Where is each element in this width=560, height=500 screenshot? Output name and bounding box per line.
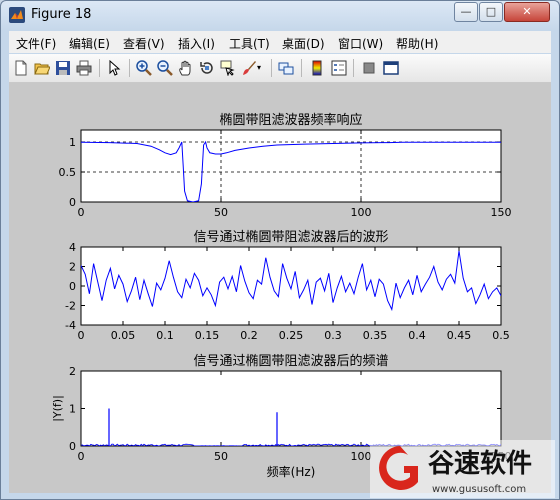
colorbar-icon[interactable]: [309, 60, 325, 76]
x-tick-label: 0.2: [240, 329, 258, 342]
toolbar-separator: [99, 59, 100, 77]
axes-1: 0 50 100 150 0 0.5 1 椭圆带阻滤波器频率响应: [59, 112, 512, 219]
plots-svg: 0 50 100 15000.51椭圆带阻滤波器频率响应0 0.05 0.1 0.15 0.2…: [51, 112, 512, 479]
title-bar[interactable]: Figure 18 — □ ✕: [1, 1, 559, 29]
x-tick-label: 0: [78, 206, 85, 219]
x-tick-label: 50: [214, 206, 228, 219]
toolbar-separator: [129, 59, 130, 77]
y-tick-label: -2: [65, 300, 76, 313]
axes-2: 0 0.05 0.1 0.15 0.2 0.25 0.3 0.35 0.4 0.45 0.5 -4 -2…: [65, 229, 510, 342]
zoom-in-icon[interactable]: [136, 60, 152, 76]
print-icon[interactable]: [76, 60, 92, 76]
axes-title: 信号通过椭圆带阻滤波器后的频谱: [193, 353, 388, 369]
menu-insert[interactable]: 插入(I): [178, 35, 215, 52]
y-tick-label: 0: [69, 280, 76, 293]
matlab-logo-icon: [9, 7, 25, 23]
show-plot-tools-icon[interactable]: [383, 60, 399, 76]
x-tick-label: 0: [78, 329, 85, 342]
x-tick-label: 0.05: [111, 329, 136, 342]
x-tick-label: 0.35: [363, 329, 388, 342]
plot-area: [80, 370, 502, 447]
x-tick-label: 0: [78, 450, 85, 463]
open-file-icon[interactable]: [34, 60, 50, 76]
x-tick-label: 0.45: [447, 329, 472, 342]
x-tick-label: 100: [351, 450, 372, 463]
menu-file[interactable]: 文件(F): [16, 35, 56, 52]
zoom-out-icon[interactable]: [157, 60, 173, 76]
maximize-button[interactable]: □: [479, 2, 503, 22]
toolbar-separator: [353, 59, 354, 77]
x-tick-label: 0.25: [279, 329, 304, 342]
menu-view[interactable]: 查看(V): [123, 35, 165, 52]
plot-area: [80, 246, 502, 326]
menu-tools[interactable]: 工具(T): [229, 35, 270, 52]
close-button[interactable]: ✕: [504, 2, 550, 22]
y-tick-label: 2: [69, 261, 76, 274]
minimize-button[interactable]: —: [454, 2, 478, 22]
watermark-url: www.gususoft.com: [432, 484, 526, 495]
y-tick-label: 2: [69, 365, 76, 378]
menu-help[interactable]: 帮助(H): [396, 35, 438, 52]
pan-hand-icon[interactable]: [178, 60, 194, 76]
brush-dropdown-icon[interactable]: ▾: [257, 60, 265, 76]
figure-toolbar: ▾: [9, 54, 551, 83]
x-tick-label: 0.15: [195, 329, 220, 342]
y-tick-label: 1: [69, 403, 76, 416]
data-cursor-icon[interactable]: [220, 60, 236, 76]
x-tick-label: 50: [214, 450, 228, 463]
pointer-icon[interactable]: [106, 60, 122, 76]
x-tick-label: 150: [491, 206, 512, 219]
y-axis-label: |Y(f)|: [51, 395, 64, 422]
axes-title: 信号通过椭圆带阻滤波器后的波形: [193, 229, 388, 245]
watermark-logo: 谷速软件 www.gususoft.com: [370, 440, 555, 498]
save-icon[interactable]: [55, 60, 71, 76]
y-tick-label: 0: [69, 196, 76, 209]
toolbar-separator: [301, 59, 302, 77]
x-tick-label: 0.5: [492, 329, 510, 342]
menu-desktop[interactable]: 桌面(D): [282, 35, 325, 52]
brush-icon[interactable]: [241, 60, 257, 76]
menu-edit[interactable]: 编辑(E): [69, 35, 110, 52]
x-tick-label: 0.3: [324, 329, 342, 342]
link-plot-icon[interactable]: [278, 60, 294, 76]
x-tick-label: 100: [351, 206, 372, 219]
new-figure-icon[interactable]: [13, 60, 29, 76]
y-tick-label: 0.5: [59, 166, 77, 179]
plot-area: [80, 129, 502, 203]
y-tick-label: 0: [69, 440, 76, 453]
toolbar-separator: [271, 59, 272, 77]
x-tick-label: 0.1: [156, 329, 174, 342]
rotate-3d-icon[interactable]: [199, 60, 215, 76]
y-tick-label: 4: [69, 241, 76, 254]
window-title: Figure 18: [31, 7, 92, 22]
hide-plot-tools-icon[interactable]: [361, 60, 377, 76]
x-tick-label: 0.4: [408, 329, 426, 342]
legend-icon[interactable]: [331, 60, 347, 76]
axes-title: 椭圆带阻滤波器频率响应: [219, 112, 362, 128]
y-tick-label: 1: [69, 136, 76, 149]
menu-window[interactable]: 窗口(W): [338, 35, 383, 52]
menu-bar: 文件(F) 编辑(E) 查看(V) 插入(I) 工具(T) 桌面(D) 窗口(W…: [9, 31, 551, 53]
y-tick-label: -4: [65, 319, 76, 332]
figure-canvas: 0 50 100 150 0 0.5 1 椭圆带阻滤波器频率响应 0 0.05 0.1 0.15 0.2…: [9, 83, 551, 493]
x-axis-label: 频率(Hz): [267, 464, 316, 479]
watermark-brand: 谷速软件: [428, 449, 532, 479]
figure-window: Figure 18 — □ ✕ 文件(F) 编辑(E) 查看(V) 插入(I) …: [0, 0, 560, 500]
